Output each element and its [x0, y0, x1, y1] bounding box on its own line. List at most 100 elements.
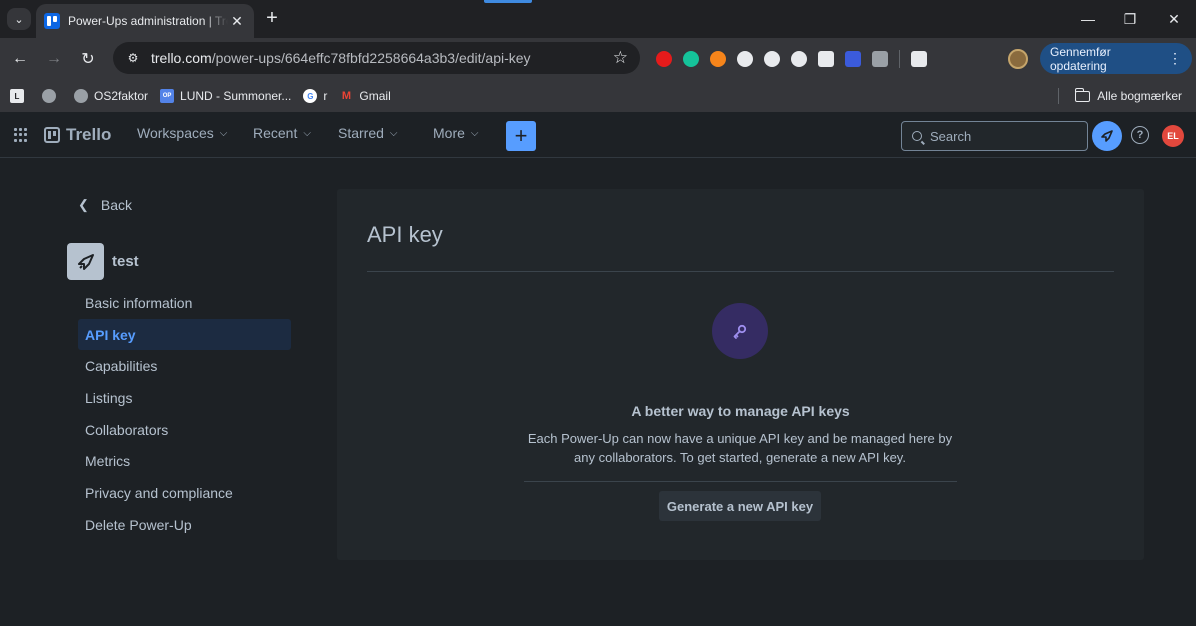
trello-wordmark: Trello	[66, 125, 112, 144]
minimize-window-icon[interactable]: —	[1077, 8, 1099, 30]
browser-extension-icon[interactable]	[737, 51, 753, 67]
nav-label: Recent	[253, 125, 298, 141]
gmail-icon: M	[341, 90, 351, 102]
search-box[interactable]	[901, 121, 1088, 151]
browser-extension-icon[interactable]	[710, 51, 726, 67]
empty-state-description: Each Power-Up can now have a unique API …	[527, 431, 953, 465]
sidebar-item-listings[interactable]: Listings	[78, 382, 291, 414]
trello-favicon-icon	[44, 13, 60, 29]
forward-arrow-icon[interactable]: →	[42, 47, 66, 71]
extensions-row	[656, 48, 927, 70]
back-link[interactable]: ❮ Back	[78, 197, 132, 213]
tab-close-icon[interactable]: ✕	[228, 12, 246, 30]
browser-extension-icon[interactable]	[764, 51, 780, 67]
browser-menu-kebab-icon[interactable]: ⋮	[1168, 50, 1182, 67]
chevron-down-icon: ⌵	[470, 127, 479, 139]
new-tab-plus-icon[interactable]: +	[262, 8, 282, 29]
title-divider	[367, 271, 1114, 272]
sidebar-item-api-key[interactable]: API key	[78, 318, 291, 351]
browser-extension-icon[interactable]	[791, 51, 807, 67]
search-input[interactable]	[930, 128, 1080, 144]
bookmark-label: Gmail	[359, 89, 391, 103]
tab-title: Power-Ups administration | Trello	[68, 14, 228, 28]
nav-starred[interactable]: Starred ⌵	[338, 125, 398, 141]
chevron-down-icon: ⌵	[389, 127, 398, 139]
sidebar-item-capabilities[interactable]: Capabilities	[78, 350, 291, 382]
help-question-icon[interactable]: ?	[1131, 126, 1149, 144]
site-settings-icon[interactable]: ⚙	[125, 50, 141, 66]
browser-extension-icon[interactable]	[818, 51, 834, 67]
browser-extension-icon[interactable]	[656, 51, 672, 67]
chevron-left-icon: ❮	[78, 197, 89, 212]
bookmark-label: OS2faktor	[94, 89, 149, 103]
power-up-rocket-icon	[67, 243, 104, 280]
all-bookmarks[interactable]: Alle bogmærker	[1058, 87, 1182, 104]
nav-recent[interactable]: Recent ⌵	[253, 125, 311, 141]
generate-api-key-button[interactable]: Generate a new API key	[659, 491, 821, 521]
bookmarks-divider	[1058, 88, 1060, 104]
bookmark-l[interactable]: L	[10, 89, 30, 103]
bookmark-os2faktor[interactable]: OS2faktor	[74, 89, 148, 103]
empty-state-heading: A better way to manage API keys	[631, 403, 850, 419]
sidebar-item-metrics[interactable]: Metrics	[78, 445, 291, 477]
trello-header: Trello Workspaces ⌵ Recent ⌵ Starred ⌵ More…	[0, 113, 1196, 158]
search-icon	[912, 131, 922, 141]
bookmark-gmail[interactable]: M Gmail	[339, 89, 391, 103]
bookmark-globe[interactable]	[42, 89, 62, 103]
bookmark-star-icon[interactable]: ☆	[613, 48, 628, 68]
sidebar-item-basic-information[interactable]: Basic information	[78, 287, 291, 319]
url-text[interactable]: trello.com/power-ups/664effc78fbfd225866…	[151, 50, 613, 66]
tab-strip-indicator	[484, 0, 532, 3]
update-browser-button[interactable]: Gennemfør opdatering ⋮	[1040, 43, 1192, 74]
create-button[interactable]: +	[506, 121, 536, 151]
browser-extension-icon[interactable]	[845, 51, 861, 67]
browser-tab-strip: ⌄ Power-Ups administration | Trello ✕ + …	[0, 0, 1196, 38]
power-up-settings-nav: Basic information API key Capabilities L…	[78, 287, 291, 541]
key-icon	[712, 303, 768, 359]
chevron-down-icon: ⌵	[219, 127, 228, 139]
update-button-label: Gennemfør opdatering	[1050, 44, 1111, 73]
extensions-puzzle-icon[interactable]	[911, 51, 927, 67]
l-app-icon: L	[10, 89, 24, 103]
rocket-icon	[1101, 130, 1113, 142]
bookmark-label: LUND - Summoner...	[180, 89, 292, 103]
api-key-panel: API key A better way to manage API keys …	[337, 189, 1144, 560]
back-arrow-icon[interactable]: ←	[8, 47, 32, 71]
tab-search-chevron-icon[interactable]: ⌄	[7, 8, 31, 30]
sidebar-item-delete-power-up[interactable]: Delete Power-Up	[78, 509, 291, 541]
sidebar-item-privacy-and-compliance[interactable]: Privacy and compliance	[78, 477, 291, 509]
nav-label: More	[433, 125, 465, 141]
nav-more[interactable]: More ⌵	[433, 125, 479, 141]
trello-logo[interactable]: Trello	[44, 125, 111, 145]
app-switcher-icon[interactable]	[14, 128, 28, 142]
bookmark-label: r	[323, 89, 328, 103]
browser-tab-active[interactable]: Power-Ups administration | Trello ✕	[36, 4, 254, 38]
reload-icon[interactable]: ↻	[76, 47, 100, 71]
sidebar-item-collaborators[interactable]: Collaborators	[78, 414, 291, 446]
browser-extension-icon[interactable]	[872, 51, 888, 67]
bookmark-google[interactable]: Gr	[303, 89, 327, 103]
power-up-admin-main: ❮ Back test Basic information API key Ca…	[0, 159, 1196, 626]
restore-window-icon[interactable]: ❐	[1119, 8, 1141, 30]
trello-logo-icon	[44, 127, 60, 143]
power-ups-rocket-button[interactable]	[1092, 121, 1122, 151]
power-up-heading: test	[67, 243, 139, 280]
page-title: API key	[367, 222, 443, 247]
user-avatar[interactable]: EL	[1162, 125, 1184, 147]
nav-workspaces[interactable]: Workspaces ⌵	[137, 125, 227, 141]
bookmark-lund-summoner[interactable]: OP LUND - Summoner...	[160, 89, 291, 103]
close-window-icon[interactable]: ✕	[1163, 8, 1185, 30]
url-domain: trello.com	[151, 50, 212, 66]
browser-extension-icon[interactable]	[683, 51, 699, 67]
all-bookmarks-label: Alle bogmærker	[1097, 89, 1182, 103]
power-up-name: test	[112, 253, 139, 270]
profile-avatar[interactable]	[1008, 49, 1028, 69]
folder-icon	[1074, 87, 1091, 102]
url-path: /power-ups/664effc78fbfd2258664a3b3/edit…	[211, 50, 531, 66]
chevron-down-icon: ⌵	[303, 127, 311, 139]
browser-toolbar: ← → ↻ ⚙ trello.com/power-ups/664effc78fb…	[0, 38, 1196, 80]
google-icon: G	[303, 89, 318, 103]
address-bar[interactable]: ⚙ trello.com/power-ups/664effc78fbfd2258…	[113, 42, 640, 74]
globe-icon	[42, 89, 56, 103]
bookmarks-bar: L OS2faktor OP LUND - Summoner... Gr M Gma…	[0, 80, 1196, 112]
